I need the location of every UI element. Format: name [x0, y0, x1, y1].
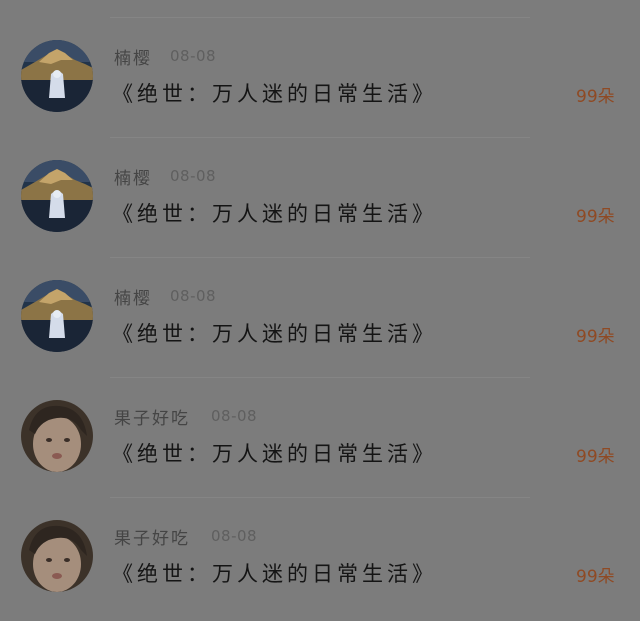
book-title: 《绝世：万人迷的日常生活》 — [112, 82, 437, 106]
book-title: 《绝世：万人迷的日常生活》 — [112, 202, 437, 226]
book-title: 《绝世：万人迷的日常生活》 — [112, 562, 437, 586]
divider — [110, 257, 530, 258]
list-item[interactable]: 楠樱 08-08 《绝世：万人迷的日常生活》 99朵 — [0, 0, 640, 120]
username: 果子好吃 — [114, 409, 190, 429]
timestamp: 08-08 — [170, 47, 217, 65]
avatar[interactable] — [21, 40, 93, 112]
divider — [110, 137, 530, 138]
divider — [110, 377, 530, 378]
gift-amount: 99朵 — [576, 327, 615, 347]
avatar[interactable] — [21, 400, 93, 472]
username: 楠樱 — [114, 289, 152, 309]
list-item[interactable]: 果子好吃 08-08 《绝世：万人迷的日常生活》 99朵 — [0, 480, 640, 600]
timestamp: 08-08 — [211, 527, 258, 545]
divider — [110, 497, 530, 498]
list-item[interactable]: 楠樱 08-08 《绝世：万人迷的日常生活》 99朵 — [0, 120, 640, 240]
gift-record-list: 楠樱 08-08 《绝世：万人迷的日常生活》 99朵 楠樱 08-08 《绝世：… — [0, 0, 640, 621]
username: 果子好吃 — [114, 529, 190, 549]
book-title: 《绝世：万人迷的日常生活》 — [112, 322, 437, 346]
timestamp: 08-08 — [170, 287, 217, 305]
gift-amount: 99朵 — [576, 447, 615, 467]
book-title: 《绝世：万人迷的日常生活》 — [112, 442, 437, 466]
gift-amount: 99朵 — [576, 207, 615, 227]
gift-amount: 99朵 — [576, 87, 615, 107]
avatar[interactable] — [21, 280, 93, 352]
list-item[interactable]: 果子好吃 08-08 《绝世：万人迷的日常生活》 99朵 — [0, 360, 640, 480]
timestamp: 08-08 — [211, 407, 258, 425]
gift-amount: 99朵 — [576, 567, 615, 587]
avatar[interactable] — [21, 520, 93, 592]
username: 楠樱 — [114, 169, 152, 189]
timestamp: 08-08 — [170, 167, 217, 185]
list-item[interactable]: 楠樱 08-08 《绝世：万人迷的日常生活》 99朵 — [0, 240, 640, 360]
divider — [110, 17, 530, 18]
username: 楠樱 — [114, 49, 152, 69]
avatar[interactable] — [21, 160, 93, 232]
